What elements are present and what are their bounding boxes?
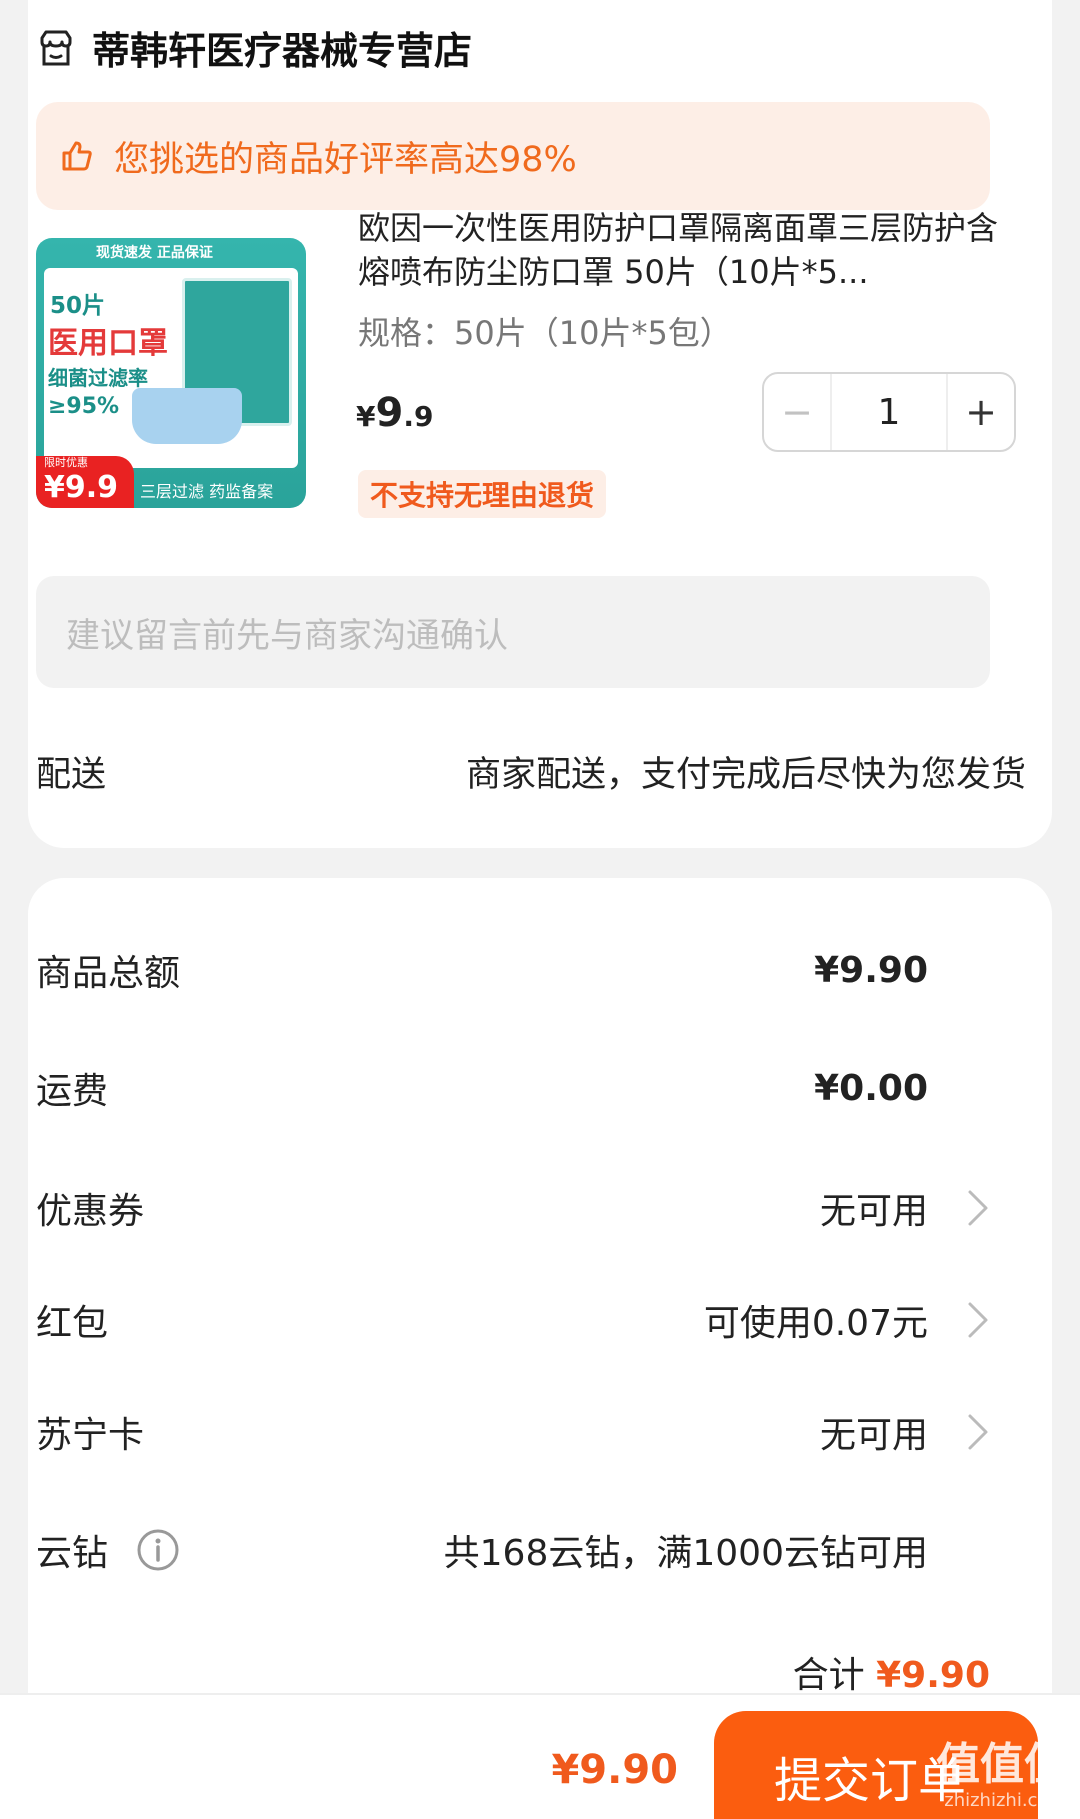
suning-card-label: 苏宁卡 [36,1415,145,1456]
increase-quantity-button[interactable]: + [946,374,1014,450]
info-icon[interactable] [136,1528,180,1572]
store-icon [40,30,72,65]
goods-total-label: 商品总额 [36,953,181,994]
product-image-count: 50片 [50,293,106,319]
order-total-label: 合计 [792,1655,865,1696]
product-price: ¥9.9 [356,390,433,436]
shop-header[interactable]: 蒂韩轩医疗器械专营店 [36,20,472,75]
quantity-value[interactable]: 1 [832,392,946,433]
yunzuan-label: 云钻 [36,1533,109,1574]
thumb-up-icon [62,141,92,171]
yunzuan-label-group: 云钻 [36,1524,180,1576]
coupon-value: 无可用 [819,1191,928,1232]
redpacket-label: 红包 [36,1303,109,1344]
redpacket-value: 可使用0.07元 [703,1303,928,1344]
price-decimal: .9 [403,400,434,433]
delivery-value: 商家配送，支付完成后尽快为您发货 [465,755,1026,795]
watermark-url: zhizhizhi.com [944,1790,1066,1811]
goods-total-value: ¥9.90 [814,949,928,991]
order-total: 合计 ¥9.90 [793,1646,990,1698]
suning-card-row[interactable]: 苏宁卡 无可用 [36,1402,990,1462]
watermark-logo: 值值值 [936,1739,1068,1790]
product-image-promo: 限时优惠 ¥9.9元 [36,456,134,508]
praise-banner: 您挑选的商品好评率高达98% [36,102,990,210]
order-total-value: ¥9.90 [876,1655,990,1696]
suning-card-value: 无可用 [819,1415,928,1456]
shop-name[interactable]: 蒂韩轩医疗器械专营店 [92,20,472,75]
product-spec: 规格：50片（10片*5包） [358,314,732,352]
shipping-label: 运费 [36,1071,109,1112]
coupon-row[interactable]: 优惠券 无可用 [36,1178,990,1238]
checkout-price: ¥9.90 [551,1747,678,1793]
return-policy-badge: 不支持无理由退货 [358,470,607,518]
chevron-right-icon [968,1302,988,1338]
chevron-right-icon [968,1190,988,1226]
product-image-top-text: 现货速发 正品保证 [96,245,213,261]
product-image-mask [132,388,242,444]
product-image[interactable]: 现货速发 正品保证 50片 医用口罩 细菌过滤率 ≥95% 限时优惠 ¥9.9元… [36,238,306,508]
decrease-quantity-button[interactable]: − [764,374,832,450]
promo-price: ¥9.9元 [44,470,119,508]
redpacket-row[interactable]: 红包 可使用0.07元 [36,1290,990,1350]
yunzuan-value: 共168云钻，满1000云钻可用 [443,1533,928,1574]
goods-total-row: 商品总额 ¥9.90 [36,940,990,1000]
chevron-right-icon [968,1414,988,1450]
product-image-bottom-text: 三层过滤 药监备案 [140,482,274,501]
promo-label: 限时优惠 [44,456,88,469]
price-currency: ¥ [356,400,376,433]
checkout-bar: ¥9.90 提交订单 [0,1693,1080,1819]
praise-text: 您挑选的商品好评率高达98% [114,139,577,180]
product-title[interactable]: 欧因一次性医用防护口罩隔离面罩三层防护含熔喷布防尘防口罩 50片（10片*5..… [358,206,1008,294]
coupon-label: 优惠券 [36,1191,145,1232]
delivery-label: 配送 [36,755,107,795]
yunzuan-row: 云钻 共168云钻，满1000云钻可用 [36,1520,990,1580]
product-image-filter-rate: ≥95% [48,394,120,419]
shipping-row: 运费 ¥0.00 [36,1058,990,1118]
product-image-filter-label: 细菌过滤率 [48,366,148,390]
price-integer: 9 [375,390,404,436]
message-input[interactable]: 建议留言前先与商家沟通确认 [36,576,990,688]
product-image-headline: 医用口罩 [48,326,168,361]
quantity-stepper: − 1 + [762,372,1016,452]
shipping-value: ¥0.00 [814,1067,928,1109]
